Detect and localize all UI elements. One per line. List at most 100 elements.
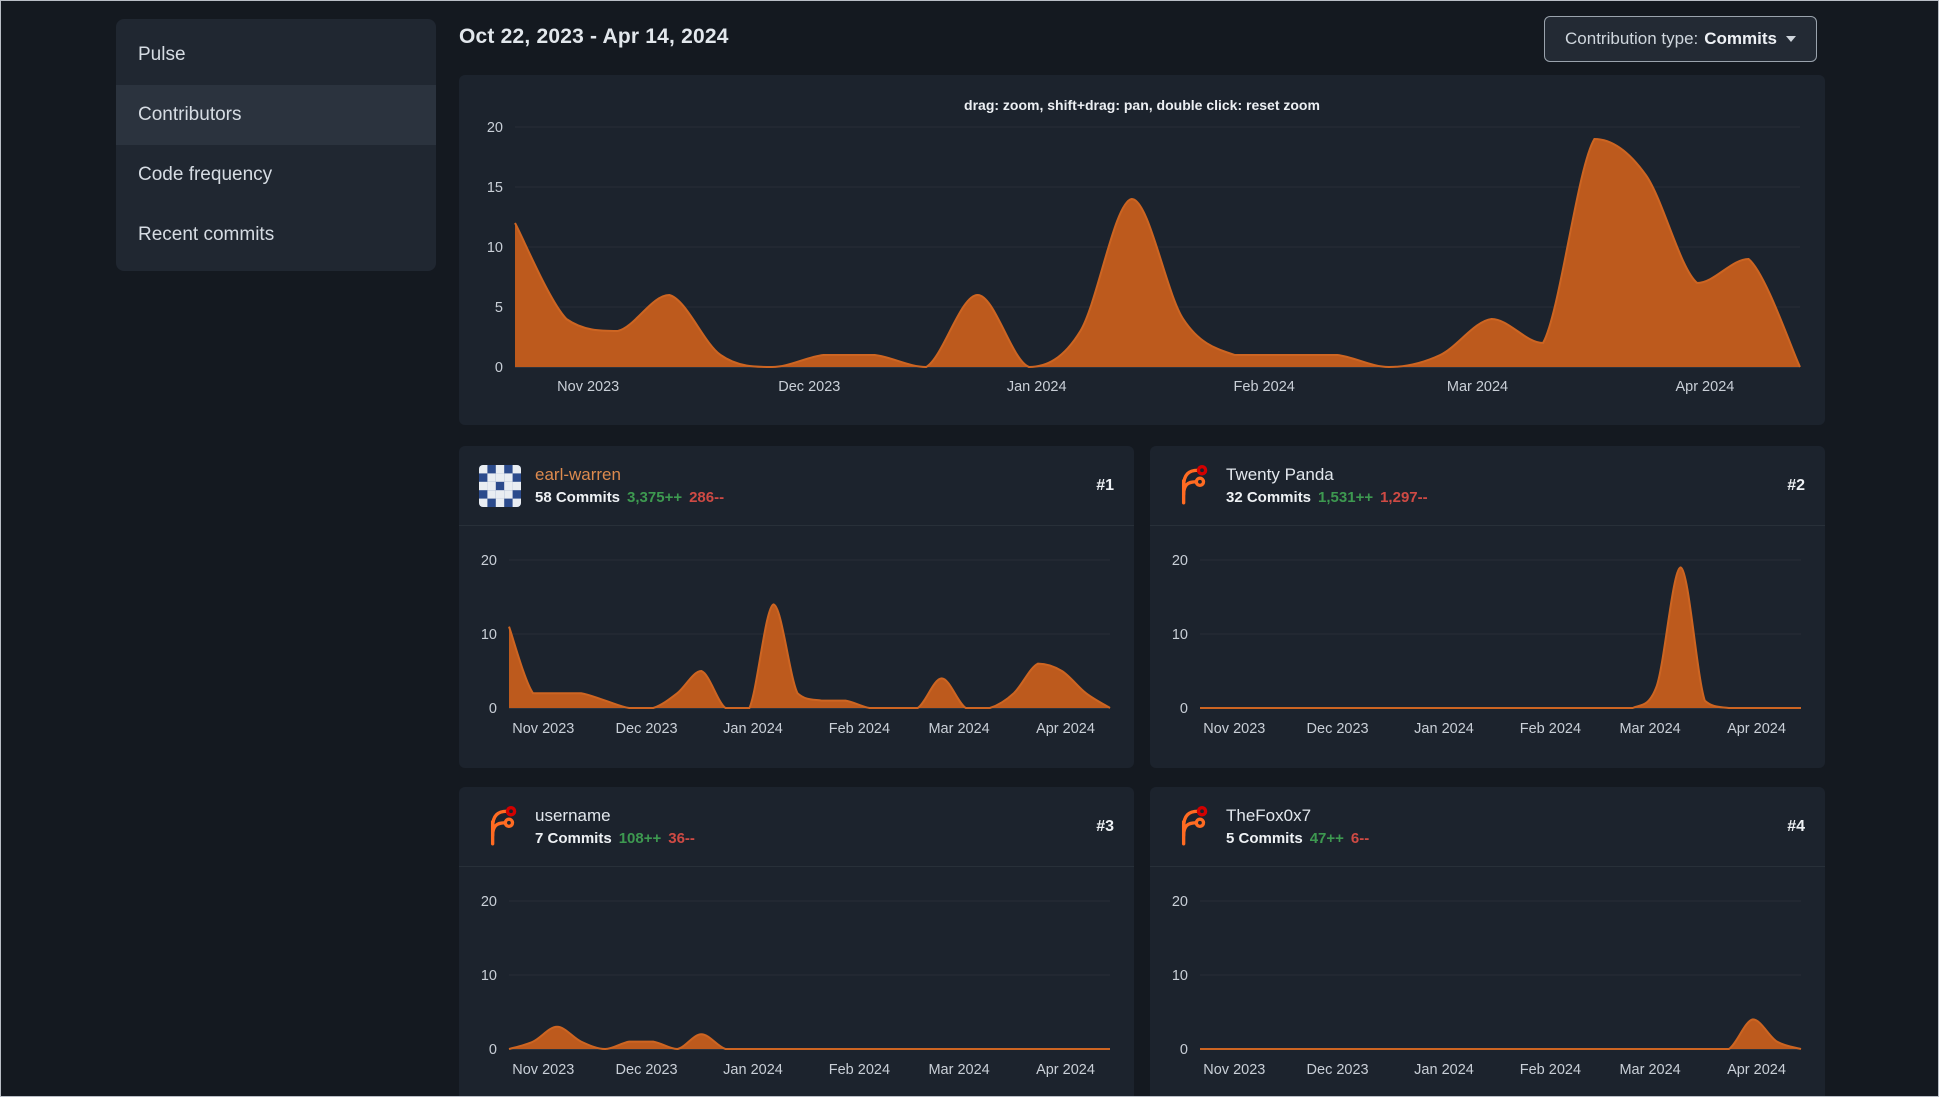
svg-text:Dec 2023: Dec 2023 [1307, 721, 1369, 737]
commit-count: 7 Commits [535, 830, 612, 847]
contribution-type-label: Contribution type: [1565, 29, 1699, 48]
svg-text:Jan 2024: Jan 2024 [1414, 721, 1474, 737]
svg-text:Feb 2024: Feb 2024 [1520, 1062, 1581, 1078]
svg-text:Feb 2024: Feb 2024 [1520, 721, 1581, 737]
activity-sidebar: Pulse Contributors Code frequency Recent… [116, 19, 436, 271]
svg-text:0: 0 [489, 701, 497, 717]
contributor-stats: 5 Commits 47++ 6-- [1226, 830, 1369, 847]
overall-contributions-chart[interactable]: 0 5 10 15 20 Nov 2023 Dec 2023 Jan 2024 Feb 2024… [473, 75, 1811, 425]
svg-text:0: 0 [1180, 701, 1188, 717]
svg-text:Jan 2024: Jan 2024 [1007, 379, 1067, 395]
contributor-chart[interactable]: 0 10 20 Nov 2023 Dec 2023 Jan 2024 Feb 2024 Mar… [469, 527, 1124, 767]
svg-text:Nov 2023: Nov 2023 [1203, 1062, 1265, 1078]
additions-count: 1,531++ [1318, 489, 1374, 506]
contributor-name-link[interactable]: earl-warren [535, 465, 724, 485]
svg-text:20: 20 [481, 553, 497, 569]
commit-count: 5 Commits [1226, 830, 1303, 847]
contributor-name-link[interactable]: Twenty Panda [1226, 465, 1428, 485]
sidebar-item-pulse[interactable]: Pulse [116, 25, 436, 85]
svg-text:Dec 2023: Dec 2023 [616, 1062, 678, 1078]
contributor-card: TheFox0x7 5 Commits 47++ 6-- #4 0 10 20 Nov 2… [1150, 787, 1825, 1097]
svg-text:10: 10 [481, 968, 497, 984]
contributor-card: Twenty Panda 32 Commits 1,531++ 1,297-- #2… [1150, 446, 1825, 768]
contributor-name-link[interactable]: username [535, 806, 695, 826]
overall-contributions-panel: drag: zoom, shift+drag: pan, double clic… [459, 75, 1825, 425]
svg-text:Apr 2024: Apr 2024 [1036, 1062, 1095, 1078]
contributors-page: Pulse Contributors Code frequency Recent… [0, 0, 1939, 1097]
forgejo-logo-icon [1181, 464, 1208, 504]
svg-text:0: 0 [495, 360, 503, 376]
contributor-name-link[interactable]: TheFox0x7 [1226, 806, 1369, 826]
commit-count: 58 Commits [535, 489, 621, 506]
svg-text:Mar 2024: Mar 2024 [1619, 1062, 1680, 1078]
additions-count: 47++ [1309, 830, 1344, 847]
svg-text:10: 10 [487, 240, 503, 256]
svg-text:Nov 2023: Nov 2023 [512, 1062, 574, 1078]
svg-text:Mar 2024: Mar 2024 [1619, 721, 1680, 737]
contributor-card-header: Twenty Panda 32 Commits 1,531++ 1,297-- #2 [1150, 446, 1825, 526]
commit-count: 32 Commits [1226, 489, 1312, 506]
deletions-count: 6-- [1350, 830, 1370, 847]
rank-badge: #3 [1096, 817, 1114, 835]
forgejo-logo-icon [490, 805, 517, 845]
svg-text:10: 10 [1172, 968, 1188, 984]
svg-text:Nov 2023: Nov 2023 [512, 721, 574, 737]
contributor-card-header: TheFox0x7 5 Commits 47++ 6-- #4 [1150, 787, 1825, 867]
svg-text:Dec 2023: Dec 2023 [616, 721, 678, 737]
svg-text:Dec 2023: Dec 2023 [1307, 1062, 1369, 1078]
svg-text:Jan 2024: Jan 2024 [1414, 1062, 1474, 1078]
svg-text:Apr 2024: Apr 2024 [1675, 379, 1734, 395]
additions-count: 3,375++ [627, 489, 683, 506]
svg-text:20: 20 [1172, 894, 1188, 910]
svg-text:Jan 2024: Jan 2024 [723, 721, 783, 737]
contribution-type-value: Commits [1704, 29, 1777, 48]
contribution-type-dropdown[interactable]: Contribution type: Commits [1544, 16, 1817, 62]
rank-badge: #1 [1096, 476, 1114, 494]
contributor-chart[interactable]: 0 10 20 Nov 2023 Dec 2023 Jan 2024 Feb 2024 Mar… [1160, 868, 1815, 1097]
svg-text:20: 20 [481, 894, 497, 910]
contributor-card-header: username 7 Commits 108++ 36-- #3 [459, 787, 1134, 867]
svg-text:Mar 2024: Mar 2024 [928, 1062, 989, 1078]
svg-text:10: 10 [481, 627, 497, 643]
additions-count: 108++ [618, 830, 662, 847]
sidebar-item-recent-commits[interactable]: Recent commits [116, 205, 436, 265]
contributor-avatar [479, 464, 521, 507]
svg-text:Feb 2024: Feb 2024 [1234, 379, 1295, 395]
rank-badge: #2 [1787, 476, 1805, 494]
chevron-down-icon [1786, 36, 1796, 42]
sidebar-item-contributors[interactable]: Contributors [116, 85, 436, 145]
contributor-stats: 32 Commits 1,531++ 1,297-- [1226, 489, 1428, 506]
contributor-avatar [1170, 805, 1212, 848]
contributor-card-header: earl-warren 58 Commits 3,375++ 286-- #1 [459, 446, 1134, 526]
svg-text:20: 20 [1172, 553, 1188, 569]
svg-text:Feb 2024: Feb 2024 [829, 721, 890, 737]
svg-text:20: 20 [487, 120, 503, 136]
contributor-chart[interactable]: 0 10 20 Nov 2023 Dec 2023 Jan 2024 Feb 2024 Mar… [469, 868, 1124, 1097]
svg-text:0: 0 [489, 1042, 497, 1058]
identicon-avatar [479, 464, 521, 507]
svg-text:Mar 2024: Mar 2024 [928, 721, 989, 737]
contributor-avatar [1170, 464, 1212, 507]
sidebar-item-code-frequency[interactable]: Code frequency [116, 145, 436, 205]
contributor-stats: 58 Commits 3,375++ 286-- [535, 489, 724, 506]
deletions-count: 286-- [689, 489, 725, 506]
contributor-card: username 7 Commits 108++ 36-- #3 0 10 20 Nov … [459, 787, 1134, 1097]
svg-text:Feb 2024: Feb 2024 [829, 1062, 890, 1078]
deletions-count: 1,297-- [1380, 489, 1428, 506]
svg-text:Dec 2023: Dec 2023 [778, 379, 840, 395]
svg-text:Apr 2024: Apr 2024 [1727, 721, 1786, 737]
rank-badge: #4 [1787, 817, 1805, 835]
svg-text:10: 10 [1172, 627, 1188, 643]
svg-text:15: 15 [487, 180, 503, 196]
svg-text:Mar 2024: Mar 2024 [1447, 379, 1508, 395]
contributor-chart[interactable]: 0 10 20 Nov 2023 Dec 2023 Jan 2024 Feb 2024 Mar… [1160, 527, 1815, 767]
svg-text:5: 5 [495, 300, 503, 316]
svg-text:Jan 2024: Jan 2024 [723, 1062, 783, 1078]
svg-text:Apr 2024: Apr 2024 [1036, 721, 1095, 737]
date-range-heading: Oct 22, 2023 - Apr 14, 2024 [459, 25, 729, 48]
forgejo-logo-icon [1181, 805, 1208, 845]
svg-text:Nov 2023: Nov 2023 [557, 379, 619, 395]
svg-text:Nov 2023: Nov 2023 [1203, 721, 1265, 737]
svg-text:Apr 2024: Apr 2024 [1727, 1062, 1786, 1078]
contributor-stats: 7 Commits 108++ 36-- [535, 830, 695, 847]
